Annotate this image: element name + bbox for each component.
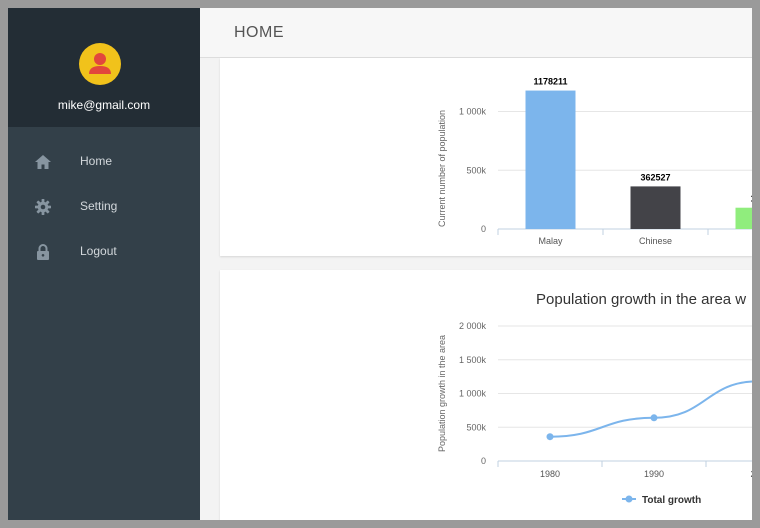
legend-marker [625,495,633,503]
data-label: 362527 [640,172,670,182]
x-tick-label: Malay [538,236,563,246]
y-tick-label: 500k [466,165,486,175]
population-bar-chart: 0 500k 1 000k Current number of population 1… [437,77,752,246]
y-tick-label: 1 000k [459,389,487,399]
top-bar: HOME [200,8,752,58]
data-label: 1178211 [533,77,567,87]
app-frame: mike@gmail.com Home Setting Logout HOME … [8,8,752,520]
y-tick-label: 2 000k [459,321,487,331]
avatar[interactable] [79,43,121,85]
user-icon [89,53,111,74]
bar-chinese [630,186,681,229]
series-line-total-growth [549,380,752,438]
population-bar-chart-card: 0 500k 1 000k Current number of population 1… [220,58,752,256]
data-point [546,433,554,441]
x-tick-label: 1980 [540,469,560,479]
page-title: HOME [234,24,284,41]
home-icon [35,155,51,169]
gear-icon [35,199,51,215]
x-tick-label: 200 [750,469,752,479]
y-tick-label: 0 [481,456,486,466]
bar-indi [735,207,752,229]
population-growth-line-chart: Population growth in the area w 0 500k 1 00… [437,291,752,506]
user-email: mike@gmail.com [57,98,151,112]
data-label: 1812 [750,194,752,204]
sidebar-item-label: Home [80,154,113,168]
y-axis-title: Current number of population [437,110,447,227]
y-tick-label: 0 [481,224,486,234]
lock-icon [37,244,49,260]
chart-title: Population growth in the area w [536,291,746,308]
sidebar: mike@gmail.com Home Setting Logout [8,8,200,520]
y-axis-title: Population growth in the area [437,335,447,452]
y-tick-label: 1 000k [459,107,487,117]
sidebar-item-label: Setting [80,199,118,213]
bar-malay [525,90,576,229]
x-tick-label: 1990 [644,469,664,479]
sidebar-item-logout[interactable]: Logout [8,232,200,272]
population-growth-chart-card: Population growth in the area w 0 500k 1 00… [220,270,752,520]
sidebar-item-label: Logout [80,244,117,258]
y-tick-label: 1 500k [459,355,487,365]
legend-label: Total growth [642,495,701,506]
y-tick-label: 500k [466,422,486,432]
data-point [650,414,658,422]
sidebar-item-setting[interactable]: Setting [8,187,200,227]
sidebar-item-home[interactable]: Home [8,142,200,182]
x-tick-label: Chinese [639,236,672,246]
profile-header: mike@gmail.com [8,8,200,127]
